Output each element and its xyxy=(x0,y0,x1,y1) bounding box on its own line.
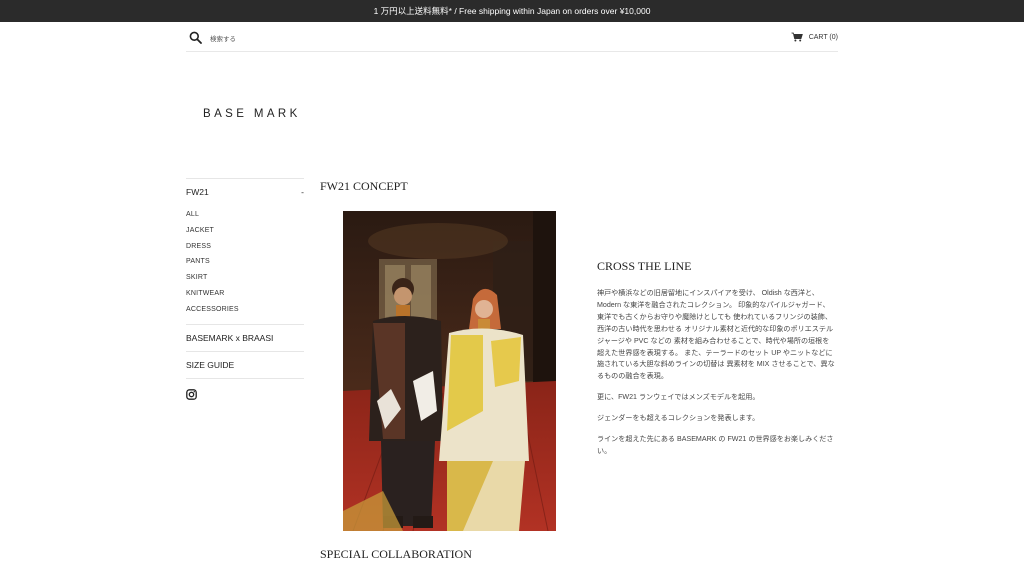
site-header: 検索する CART (0) xyxy=(186,24,838,52)
sidebar-item-accessories[interactable]: ACCESSORIES xyxy=(186,302,304,318)
instagram-icon[interactable] xyxy=(186,388,197,400)
sidebar-subitems: ALL JACKET DRESS PANTS SKIRT KNITWEAR AC… xyxy=(186,205,304,324)
page-title: FW21 CONCEPT xyxy=(320,179,408,193)
sidebar-item-skirt[interactable]: SKIRT xyxy=(186,270,304,286)
collapse-toggle[interactable]: - xyxy=(301,187,304,197)
sidebar-collab-label: BASEMARK x BRAASI xyxy=(186,332,274,343)
sidebar-nav: FW21 - ALL JACKET DRESS PANTS SKIRT KNIT… xyxy=(186,178,304,405)
concept-copy: CROSS THE LINE 神戸や横浜などの旧居留地にインスパイアを受け、 O… xyxy=(597,259,835,467)
sidebar-collection-label: FW21 xyxy=(186,187,209,197)
sidebar-item-jacket[interactable]: JACKET xyxy=(186,223,304,239)
sidebar-item-collab[interactable]: BASEMARK x BRAASI xyxy=(186,323,304,351)
cart-label: CART (0) xyxy=(808,33,838,41)
announcement-bar: 1 万円以上送料無料* / Free shipping within Japan… xyxy=(0,0,1024,22)
sidebar-item-knitwear[interactable]: KNITWEAR xyxy=(186,286,304,302)
search-icon[interactable] xyxy=(189,31,202,44)
sidebar-collection[interactable]: FW21 - xyxy=(186,178,304,205)
sidebar-item-dress[interactable]: DRESS xyxy=(186,239,304,255)
concept-paragraph: ラインを超えた先にある BASEMARK の FW21 の世界感をお楽しみくださ… xyxy=(597,435,834,455)
site-logo[interactable]: BASE MARK xyxy=(203,108,301,120)
cart-icon xyxy=(791,32,803,42)
sidebar-item-all[interactable]: ALL xyxy=(186,207,304,223)
search-input[interactable]: 検索する xyxy=(210,33,236,43)
lookbook-photo xyxy=(343,211,556,531)
announcement-text: 1 万円以上送料無料* / Free shipping within Japan… xyxy=(373,6,651,16)
concept-paragraph: ジェンダーをも超えるコレクションを発表します。 xyxy=(597,414,760,423)
concept-paragraph: 更に、FW21 ランウェイではメンズモデルを起用。 xyxy=(597,393,760,402)
sidebar-item-pants[interactable]: PANTS xyxy=(186,254,304,270)
sidebar-item-size-guide[interactable]: SIZE GUIDE xyxy=(186,350,304,379)
section-title-collaboration: SPECIAL COLLABORATION xyxy=(320,547,472,561)
concept-paragraph: 神戸や横浜などの旧居留地にインスパイアを受け、 Oldish な西洋と、Mode… xyxy=(597,289,835,381)
cart-link[interactable]: CART (0) xyxy=(791,32,838,42)
concept-heading: CROSS THE LINE xyxy=(597,259,692,273)
sidebar-size-guide-label: SIZE GUIDE xyxy=(186,359,235,370)
